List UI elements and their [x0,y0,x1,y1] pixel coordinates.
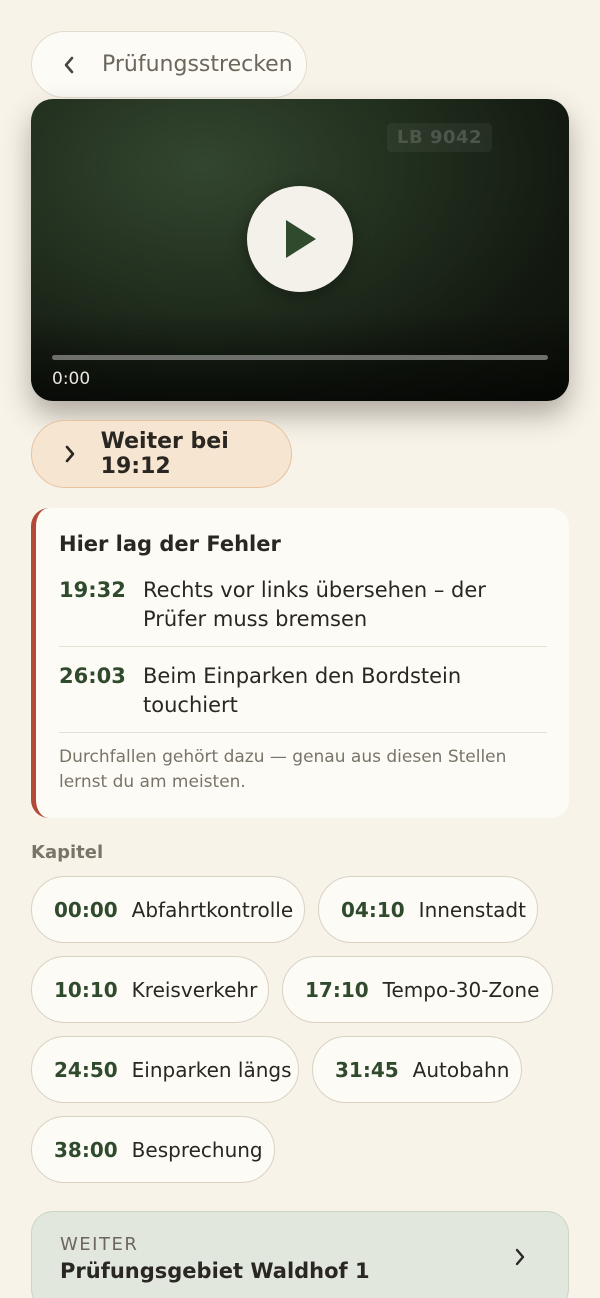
chapter-time: 04:10 [341,897,405,922]
video-player[interactable]: LB 9042 0:00 [31,99,569,401]
chapter-time: 00:00 [54,897,118,922]
error-item[interactable]: 26:03 Beim Einparken den Bordstein touch… [59,662,547,733]
back-button-label: Prüfungsstrecken [102,52,293,77]
chapter-chip[interactable]: 00:00 Abfahrtkontrolle [31,876,305,943]
chevron-left-icon [62,54,84,76]
play-button[interactable] [247,186,353,292]
chapter-label: Besprechung [131,1137,263,1162]
video-progress-bar[interactable] [52,355,548,360]
resume-label: Weiter bei 19:12 [100,429,229,479]
chevron-right-icon [64,445,81,463]
chapter-chip[interactable]: 24:50 Einparken längs [31,1036,299,1103]
error-timestamp[interactable]: 19:32 [59,576,143,634]
chapter-label: Innenstadt [418,897,526,922]
chapter-chip[interactable]: 10:10 Kreisverkehr [31,956,269,1023]
error-panel-note: Durchfallen gehört dazu — genau aus dies… [59,747,507,792]
chapter-time: 38:00 [54,1137,118,1162]
error-text: Beim Einparken den Bordstein touchiert [143,664,462,717]
chapter-time: 24:50 [54,1057,118,1082]
chapter-label: Autobahn [412,1057,510,1082]
next-route-card[interactable]: WEITER Prüfungsgebiet Waldhof 1 [31,1211,569,1298]
error-panel: Hier lag der Fehler 19:32 Rechts vor lin… [31,508,569,818]
chapter-label: Abfahrtkontrolle [131,897,294,922]
chapter-time: 10:10 [54,977,118,1002]
next-title: Prüfungsgebiet Waldhof 1 [60,1259,370,1283]
play-icon [286,220,316,258]
next-eyebrow: WEITER [60,1234,139,1255]
error-timestamp[interactable]: 26:03 [59,662,143,720]
error-item[interactable]: 19:32 Rechts vor links übersehen – der P… [59,576,547,647]
license-plate: LB 9042 [387,123,493,152]
error-text: Rechts vor links übersehen – der Prüfer … [143,578,486,631]
back-button[interactable]: Prüfungsstrecken [31,31,307,98]
video-time: 0:00 [52,369,91,389]
chapter-chip[interactable]: 04:10 Innenstadt [318,876,538,943]
chapter-chip[interactable]: 17:10 Tempo-30-Zone [282,956,553,1023]
chapters-heading: Kapitel [31,842,104,863]
chapter-label: Tempo-30-Zone [382,977,540,1002]
chapter-label: Kreisverkehr [131,977,258,1002]
resume-button[interactable]: Weiter bei 19:12 [31,420,292,488]
chapter-time: 17:10 [305,977,369,1002]
chevron-right-icon [514,1248,532,1266]
chapter-chip[interactable]: 31:45 Autobahn [312,1036,522,1103]
chapter-time: 31:45 [335,1057,399,1082]
chapter-label: Einparken längs [131,1057,292,1082]
chapter-chip[interactable]: 38:00 Besprechung [31,1116,275,1183]
error-panel-title: Hier lag der Fehler [59,532,281,556]
